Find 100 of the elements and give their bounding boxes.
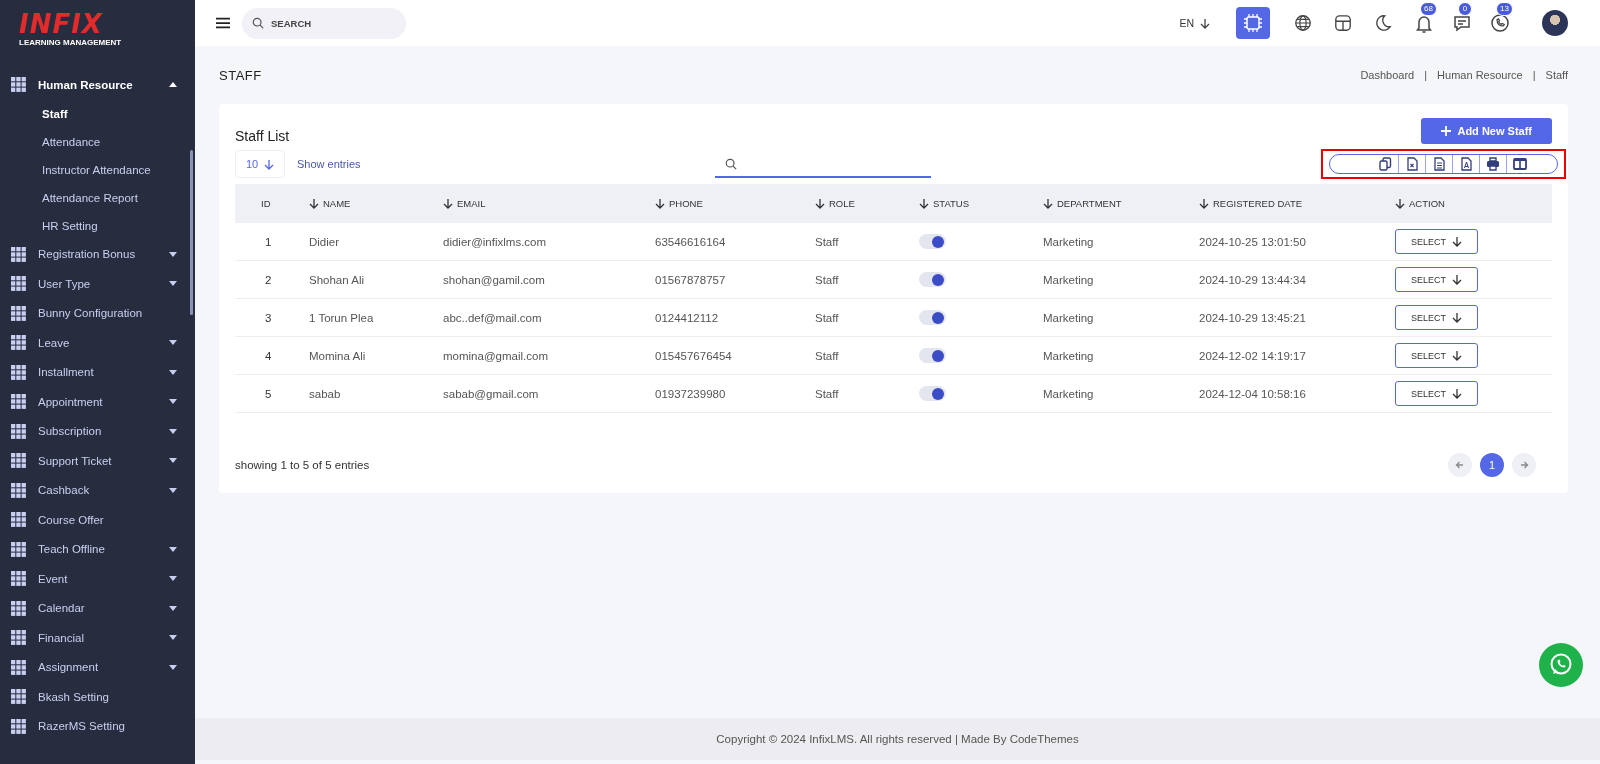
column-header[interactable]: NAME	[309, 198, 443, 209]
grid-icon	[11, 541, 26, 557]
column-header[interactable]: STATUS	[919, 198, 1043, 209]
table-cell-text: Marketing	[1043, 273, 1095, 286]
table-cell-text: didier@infixlms.com	[443, 235, 548, 248]
next-page-icon[interactable]	[1512, 453, 1536, 477]
avatar[interactable]	[1542, 10, 1568, 36]
status-toggle[interactable]	[919, 272, 946, 287]
breadcrumb-link[interactable]: Staff	[1545, 69, 1568, 81]
status-toggle[interactable]	[919, 348, 946, 363]
sidebar-item[interactable]: Human Resource	[0, 70, 195, 100]
menu-icon[interactable]	[216, 17, 230, 29]
grid-icon	[11, 394, 26, 410]
sidebar-item[interactable]: Leave	[0, 328, 195, 358]
sidebar-subitem[interactable]: Attendance Report	[0, 183, 138, 212]
copyright-text: Copyright © 2024 InfixLMS. All rights reserved | Made By CodeThemes	[716, 733, 1079, 745]
breadcrumb-link[interactable]: Human Resource	[1437, 69, 1523, 81]
search-field[interactable]: SEARCH	[242, 7, 406, 39]
column-header[interactable]: EMAIL	[443, 198, 655, 209]
sidebar-item[interactable]: User Type	[0, 269, 195, 299]
sidebar-subitem[interactable]: Staff	[0, 99, 68, 128]
sidebar-item[interactable]: Appointment	[0, 387, 195, 417]
arrow-down-icon	[1452, 388, 1462, 399]
table-cell-text: Marketing	[1043, 235, 1095, 248]
sidebar-item[interactable]: Course Offer	[0, 505, 195, 535]
grid-icon	[11, 246, 26, 262]
column-header[interactable]: ID	[235, 198, 309, 209]
page-button[interactable]: 1	[1480, 453, 1504, 477]
grid-icon	[11, 77, 26, 93]
chip-icon[interactable]	[1236, 7, 1270, 39]
sidebar-item[interactable]: Teach Offline	[0, 534, 195, 564]
select-button[interactable]: SELECT	[1395, 381, 1478, 406]
table-cell-text: abc..def@mail.com	[443, 311, 543, 324]
sidebar-item[interactable]: Support Ticket	[0, 446, 195, 476]
sidebar-subitem[interactable]: Instructor Attendance	[0, 155, 151, 184]
arrow-down-icon	[309, 198, 319, 209]
add-staff-button[interactable]: Add New Staff	[1421, 118, 1552, 144]
table-cell-text: Staff	[815, 349, 840, 362]
grid-icon	[11, 718, 26, 734]
sidebar-subitem[interactable]: HR Setting	[0, 211, 98, 240]
table-cell-text: Marketing	[1043, 311, 1095, 324]
previous-page-icon[interactable]	[1448, 453, 1472, 477]
sidebar-item[interactable]: Cashback	[0, 475, 195, 505]
sidebar-item[interactable]: Installment	[0, 357, 195, 387]
table-cell-text: 2024-10-25 13:01:50	[1199, 235, 1307, 248]
plus-icon	[1441, 126, 1452, 136]
table-cell-text: shohan@gamil.com	[443, 273, 546, 286]
sidebar-subitem[interactable]: Attendance	[0, 127, 101, 156]
layout-icon[interactable]	[1334, 14, 1352, 32]
arrow-down-icon	[1199, 198, 1209, 209]
table-cell-text: Staff	[815, 387, 840, 400]
show-entries-label: Show entries	[297, 158, 361, 170]
whatsapp-button[interactable]	[1539, 643, 1583, 687]
table-cell-text: 5	[264, 387, 273, 400]
select-button[interactable]: SELECT	[1395, 267, 1478, 292]
scrollbar[interactable]	[190, 150, 193, 315]
grid-icon	[11, 335, 26, 351]
sidebar-item[interactable]: Calendar	[0, 593, 195, 623]
status-toggle[interactable]	[919, 310, 946, 325]
table-cell-text: Staff	[815, 311, 840, 324]
notification-count: 13	[1496, 1, 1513, 16]
file-icon	[1405, 157, 1419, 171]
status-toggle[interactable]	[919, 386, 946, 401]
column-header[interactable]: REGISTERED DATE	[1199, 198, 1395, 209]
arrow-down-icon	[1452, 236, 1462, 247]
sidebar-item[interactable]: Bkash Setting	[0, 682, 195, 712]
breadcrumb-link[interactable]: Dashboard	[1360, 69, 1415, 81]
sidebar-item[interactable]: Bunny Configuration	[0, 298, 195, 328]
arrow-down-icon	[264, 158, 275, 170]
table-cell-text: Marketing	[1043, 387, 1095, 400]
column-header[interactable]: PHONE	[655, 198, 815, 209]
arrow-down-icon	[1452, 274, 1462, 285]
grid-icon	[11, 364, 26, 380]
moon-icon[interactable]	[1374, 14, 1392, 32]
column-header[interactable]: ROLE	[815, 198, 919, 209]
column-header[interactable]: DEPARTMENT	[1043, 198, 1199, 209]
phone-icon[interactable]	[1490, 12, 1510, 33]
globe-icon[interactable]	[1294, 14, 1312, 32]
table-cell-text: 2024-12-02 14:19:17	[1199, 349, 1307, 362]
search-icon	[252, 17, 264, 29]
status-toggle[interactable]	[919, 234, 946, 249]
grid-icon	[11, 276, 26, 292]
sidebar-item[interactable]: RazerMS Setting	[0, 711, 195, 741]
select-button[interactable]: SELECT	[1395, 305, 1478, 330]
column-header[interactable]: ACTION	[1395, 198, 1552, 209]
page-title: STAFF	[219, 67, 262, 83]
sidebar-item[interactable]: Financial	[0, 623, 195, 653]
sidebar-item[interactable]: Assignment	[0, 652, 195, 682]
table-cell-text: sabab	[309, 387, 342, 400]
grid-icon	[11, 423, 26, 439]
select-button[interactable]: SELECT	[1395, 343, 1478, 368]
table-cell-text: Marketing	[1043, 349, 1095, 362]
page-size-select[interactable]: 10	[235, 150, 285, 178]
table-cell-text: Didier	[309, 235, 341, 248]
select-button[interactable]: SELECT	[1395, 229, 1478, 254]
sidebar-item[interactable]: Subscription	[0, 416, 195, 446]
sidebar-item[interactable]: Registration Bonus	[0, 239, 195, 269]
grid-icon	[11, 630, 26, 646]
language-selector[interactable]: EN	[1173, 16, 1216, 30]
sidebar-item[interactable]: Event	[0, 564, 195, 594]
